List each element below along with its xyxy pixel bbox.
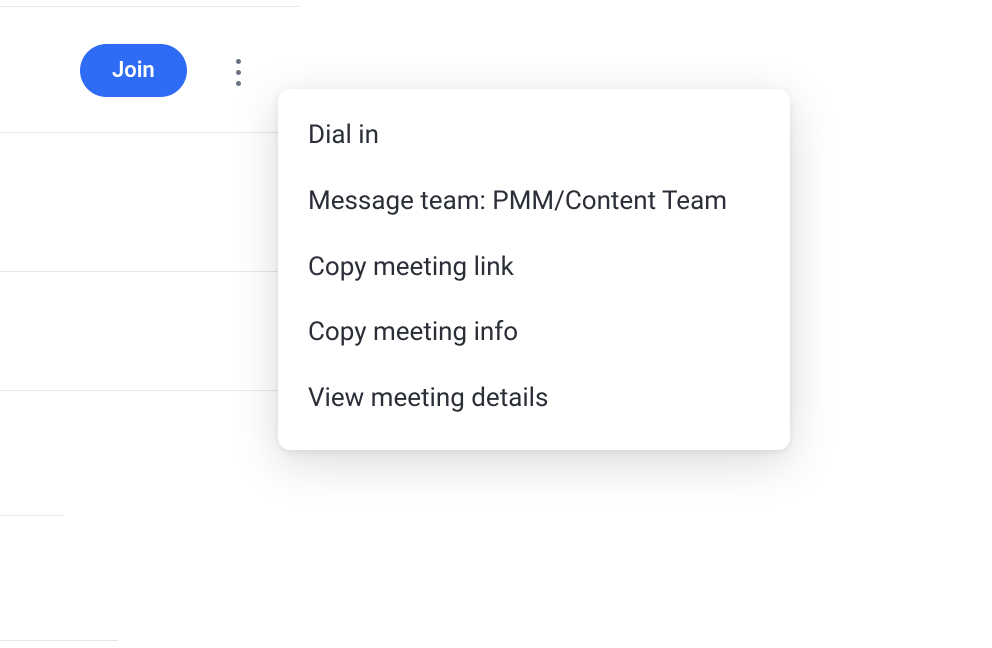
menu-item-label: Copy meeting info (308, 317, 518, 347)
menu-item-label: Dial in (308, 120, 379, 150)
menu-item-view-details[interactable]: View meeting details (278, 366, 790, 432)
divider (0, 6, 300, 7)
menu-item-message-team[interactable]: Message team: PMM/Content Team (278, 169, 790, 235)
divider (0, 515, 64, 516)
more-options-button[interactable] (224, 50, 252, 94)
kebab-icon (236, 81, 241, 86)
menu-item-label: Message team: PMM/Content Team (308, 186, 727, 216)
menu-item-label: Copy meeting link (308, 252, 514, 282)
join-button-label: Join (112, 58, 155, 83)
divider (0, 132, 300, 133)
menu-item-copy-link[interactable]: Copy meeting link (278, 235, 790, 301)
menu-item-copy-info[interactable]: Copy meeting info (278, 300, 790, 366)
menu-item-label: View meeting details (308, 383, 548, 413)
left-panel: Join (0, 0, 300, 648)
divider (0, 271, 300, 272)
join-button[interactable]: Join (80, 44, 187, 97)
kebab-icon (236, 70, 241, 75)
divider (0, 390, 300, 391)
menu-item-dial-in[interactable]: Dial in (278, 103, 790, 169)
kebab-icon (236, 59, 241, 64)
context-menu: Dial in Message team: PMM/Content Team C… (278, 89, 790, 450)
divider (0, 640, 118, 641)
